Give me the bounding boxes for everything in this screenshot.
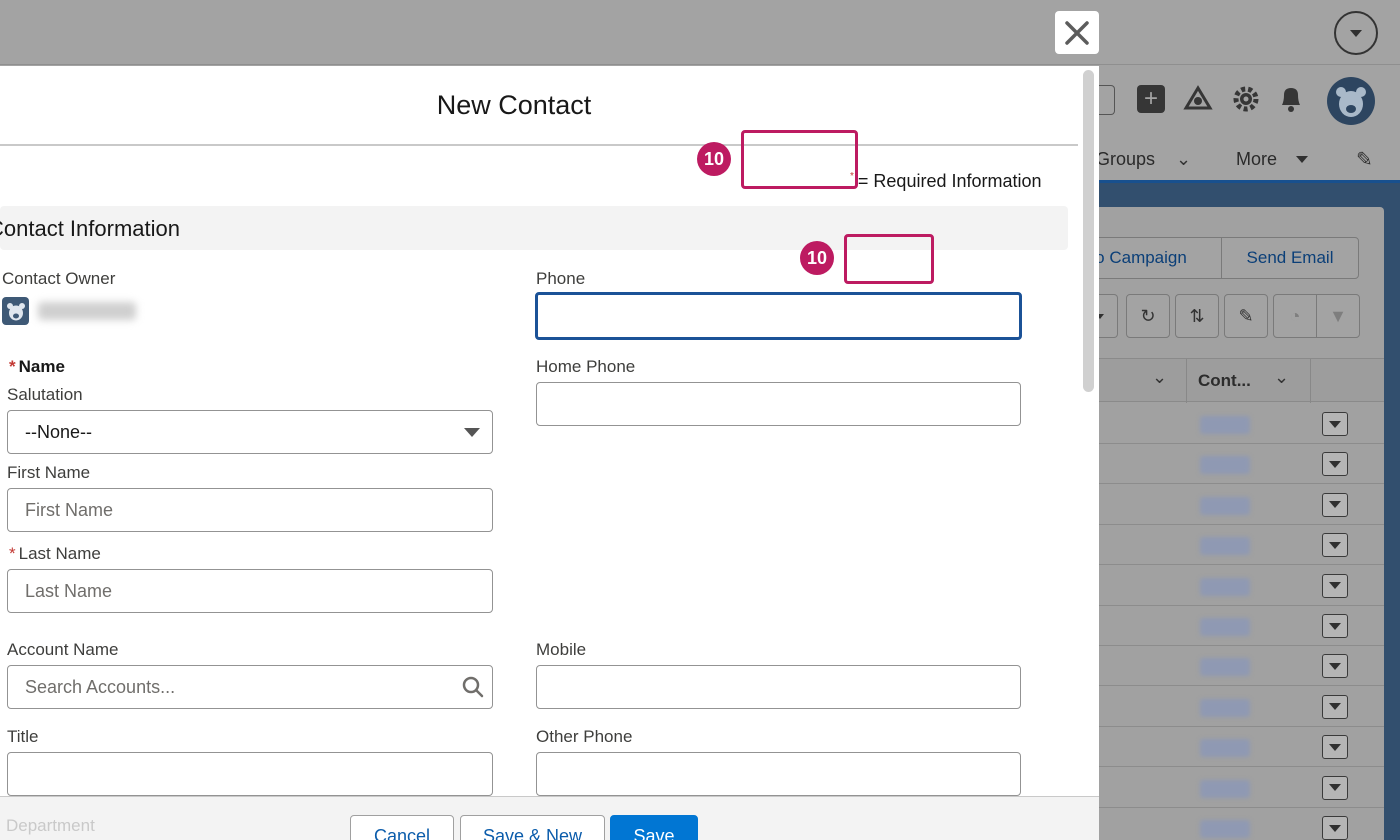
edit-pencil-icon[interactable]: ✎ [1356, 147, 1373, 172]
last-name-input[interactable]: Last Name [7, 569, 493, 613]
close-icon [1065, 20, 1089, 45]
required-info-legend: * = Required Information [850, 171, 1042, 192]
redacted-cell [1200, 698, 1250, 717]
section-title: Contact Information [0, 216, 180, 241]
chevron-down-icon [1329, 501, 1341, 509]
row-actions-button[interactable] [1322, 816, 1348, 840]
chevron-down-icon [1329, 703, 1341, 711]
save-and-new-button[interactable]: Save & New [460, 815, 605, 840]
title-label: Title [7, 727, 39, 746]
row-actions-button[interactable] [1322, 452, 1348, 477]
filter-icon[interactable]: ▼ [1316, 294, 1360, 338]
phone-input[interactable] [535, 292, 1022, 340]
redacted-cell [1200, 820, 1250, 838]
nav-item-groups[interactable]: Groups [1096, 149, 1155, 170]
redacted-cell [1200, 496, 1250, 515]
chevron-down-icon [464, 427, 480, 437]
nav-item-more[interactable]: More [1236, 149, 1277, 170]
bg-search-dropdown[interactable] [1099, 85, 1115, 115]
chevron-down-icon[interactable] [1334, 11, 1378, 55]
close-modal-button[interactable] [1055, 11, 1099, 54]
title-input[interactable] [7, 752, 493, 796]
row-actions-button[interactable] [1322, 412, 1348, 436]
refresh-icon[interactable]: ↻ [1126, 294, 1170, 338]
name-label: * Name [9, 357, 65, 376]
chevron-down-icon [1329, 824, 1341, 832]
chevron-down-icon [1329, 460, 1341, 468]
redacted-cell [1200, 658, 1250, 677]
chevron-down-icon [1329, 743, 1341, 751]
redacted-cell [1200, 456, 1250, 475]
row-actions-button[interactable] [1322, 533, 1348, 558]
row-actions-button[interactable] [1322, 735, 1348, 760]
chevron-down-icon[interactable]: ⌄ [1152, 367, 1167, 388]
chevron-down-icon [1329, 582, 1341, 590]
salutation-select[interactable]: --None-- [7, 410, 493, 454]
owner-avatar [2, 297, 29, 325]
redacted-cell [1200, 577, 1250, 596]
row-actions-button[interactable] [1322, 694, 1348, 719]
last-name-label: * Last Name [9, 544, 101, 563]
new-contact-modal: New Contact * = Required Information Cont… [0, 66, 1099, 840]
other-phone-label: Other Phone [536, 727, 633, 746]
phone-label: Phone [536, 269, 586, 288]
cancel-button[interactable]: Cancel [350, 815, 454, 840]
annotation-box [741, 130, 858, 189]
account-name-lookup[interactable]: Search Accounts... [7, 665, 493, 709]
row-actions-button[interactable] [1322, 654, 1348, 679]
bg-send-email-button[interactable]: Send Email [1221, 237, 1359, 279]
row-actions-button[interactable] [1322, 775, 1348, 800]
home-phone-label: Home Phone [536, 357, 636, 376]
notification-bell-icon[interactable] [1276, 83, 1306, 115]
redacted-cell [1200, 618, 1250, 636]
bg-global-header [0, 0, 1400, 65]
required-star: * [9, 357, 16, 376]
chevron-down-icon [1329, 541, 1341, 549]
owner-name-redacted[interactable] [38, 302, 136, 320]
annotation-box [844, 234, 934, 284]
redacted-cell [1200, 739, 1250, 758]
first-name-input[interactable]: First Name [7, 488, 493, 532]
redacted-cell [1200, 416, 1250, 434]
first-name-label: First Name [7, 463, 91, 482]
chart-icon[interactable]: ◔ [1273, 294, 1317, 338]
sort-icon[interactable]: ⇅ [1175, 294, 1219, 338]
mobile-input[interactable] [536, 665, 1021, 709]
table-column-contact[interactable]: Cont... [1198, 371, 1251, 391]
chevron-down-icon [1329, 622, 1341, 630]
department-label: Department [6, 816, 95, 835]
modal-scrollbar[interactable] [1083, 70, 1094, 392]
other-phone-input[interactable] [536, 752, 1021, 796]
edit-pencil-icon[interactable]: ✎ [1224, 294, 1268, 338]
salutation-label: Salutation [7, 385, 83, 404]
row-actions-button[interactable] [1322, 492, 1348, 517]
chevron-down-icon[interactable] [1296, 156, 1308, 163]
header-divider [0, 144, 1078, 146]
annotation-badge: 10 [800, 241, 834, 275]
save-button[interactable]: Save [610, 815, 698, 840]
chevron-down-icon[interactable]: ⌄ [1274, 367, 1289, 388]
required-info-text: = Required Information [857, 171, 1042, 191]
redacted-cell [1200, 779, 1250, 798]
account-name-label: Account Name [7, 640, 119, 659]
mobile-label: Mobile [536, 640, 587, 659]
contact-owner-label: Contact Owner [2, 269, 116, 288]
home-phone-input[interactable] [536, 382, 1021, 426]
setup-gear-icon[interactable] [1230, 83, 1262, 115]
row-actions-button[interactable] [1322, 614, 1348, 638]
chevron-down-icon [1329, 784, 1341, 792]
modal-title: New Contact [436, 90, 592, 120]
search-icon [462, 676, 484, 698]
row-actions-button[interactable] [1322, 573, 1348, 598]
chevron-down-icon [1329, 662, 1341, 670]
required-star: * [9, 544, 16, 563]
chevron-down-icon [1329, 420, 1341, 428]
annotation-badge: 10 [697, 142, 731, 176]
chevron-down-icon[interactable]: ⌄ [1176, 149, 1191, 170]
redacted-cell [1200, 537, 1250, 556]
bear-avatar-icon [6, 303, 25, 321]
avatar-icon[interactable] [1327, 77, 1375, 125]
add-icon[interactable]: + [1137, 85, 1165, 113]
trailhead-icon[interactable] [1182, 82, 1214, 114]
